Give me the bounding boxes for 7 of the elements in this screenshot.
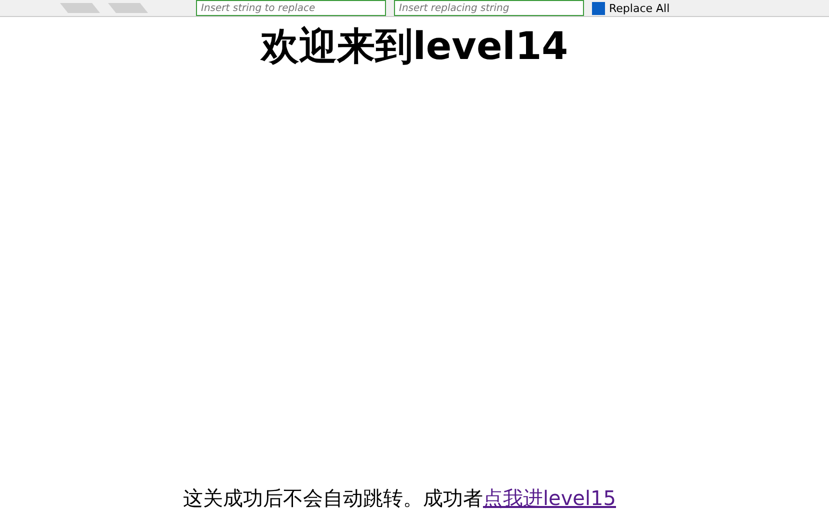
find-field[interactable]: Insert string to replace <box>196 0 386 16</box>
replace-all-checkbox[interactable] <box>592 2 605 14</box>
replace-all-label: Replace All <box>609 2 670 14</box>
page-heading: 欢迎来到level14 <box>259 23 570 70</box>
footer-text: 这关成功后不会自动跳转。成功者 <box>182 486 483 510</box>
replace-field[interactable]: Insert replacing string <box>394 0 584 16</box>
next-level-link[interactable]: 点我进level15 <box>482 486 616 510</box>
